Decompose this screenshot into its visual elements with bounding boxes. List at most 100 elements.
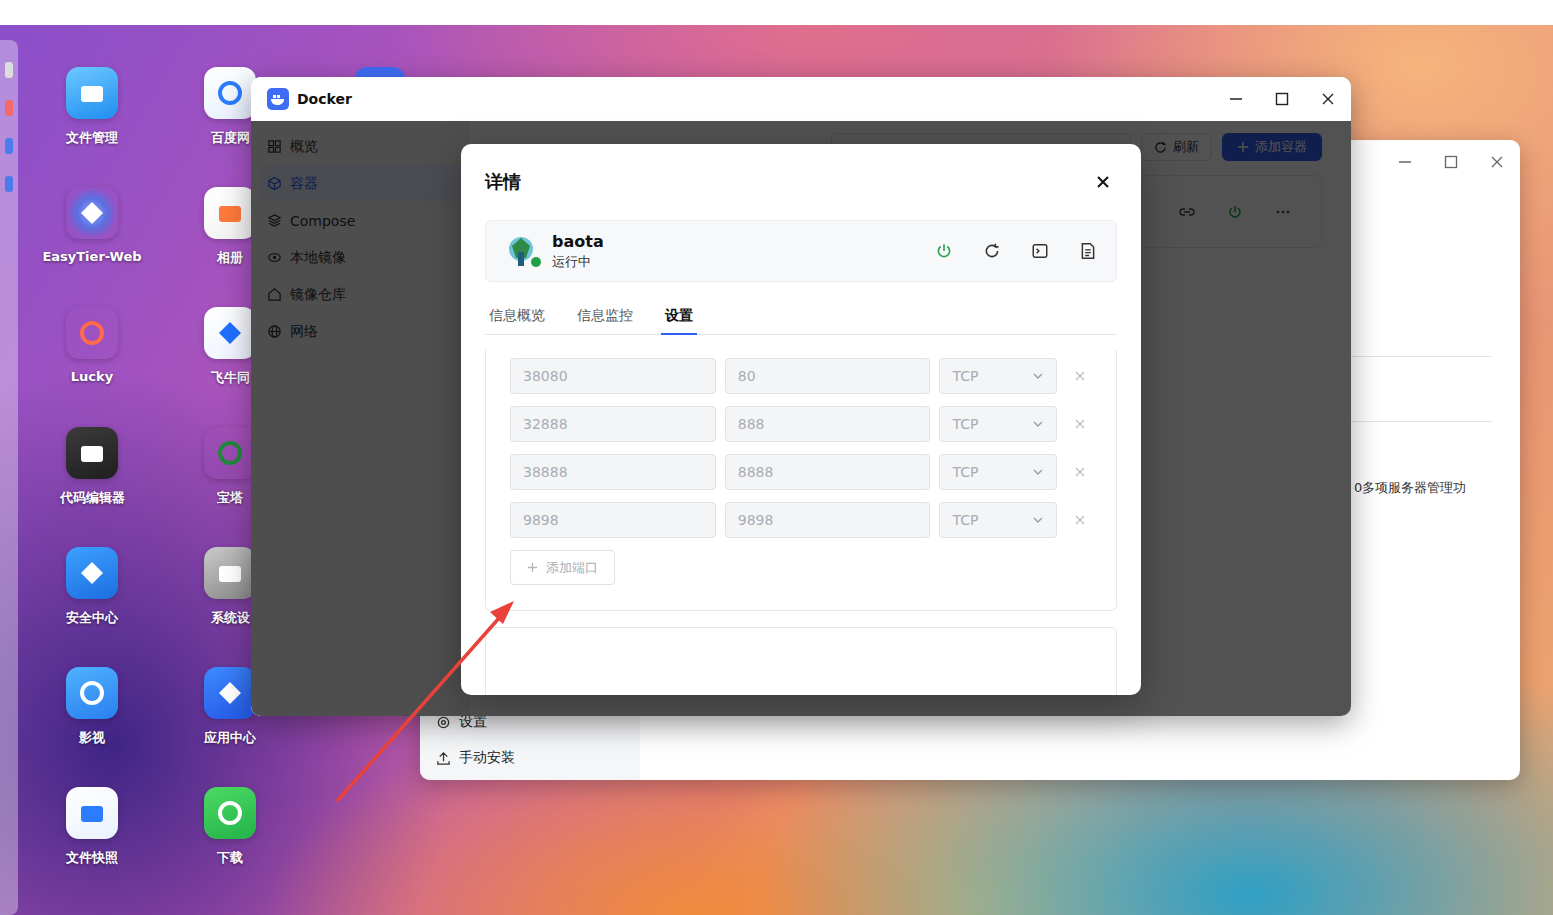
chevron-down-icon [1032,514,1044,526]
close-icon [1075,515,1085,525]
remove-port-button[interactable] [1068,371,1092,381]
close-icon[interactable] [1490,155,1504,169]
app-glyph-icon [215,558,245,588]
tab[interactable]: 信息概览 [485,305,549,335]
app-icon[interactable] [66,307,118,359]
chevron-down-icon [1032,370,1044,382]
dock [0,40,18,915]
desktop-icon-label: Lucky [71,369,113,384]
tab[interactable]: 设置 [661,305,697,335]
log-icon[interactable] [1079,242,1097,260]
dock-item[interactable] [5,138,13,154]
app-icon[interactable] [66,547,118,599]
container-status: 运行中 [552,253,923,271]
protocol-select[interactable]: TCP [939,454,1057,490]
desktop-icon-label: 安全中心 [66,609,118,627]
remove-port-button[interactable] [1068,467,1092,477]
app-glyph-icon [77,198,107,228]
close-icon [1075,371,1085,381]
host-port-field[interactable]: 38080 [510,358,716,394]
desktop-icon[interactable]: 安全中心 [37,547,147,667]
screen: 文件管理 百度网 EasyTier-Web 相册 Lucky 飞牛同 代码编辑器… [0,0,1553,915]
container-port-field[interactable]: 888 [725,406,931,442]
add-port-button[interactable]: 添加端口 [510,550,615,585]
remove-port-button[interactable] [1068,419,1092,429]
chevron-down-icon [1032,466,1044,478]
desktop-icon[interactable]: 影视 [37,667,147,787]
chevron-down-icon [1032,418,1044,430]
desktop-icon-label: 代码编辑器 [60,489,125,507]
app-icon[interactable] [66,187,118,239]
desktop-icon[interactable]: 下载 [174,787,284,907]
divider [1340,421,1492,422]
window-title: Docker [297,91,352,107]
app-icon[interactable] [66,67,118,119]
app-icon[interactable] [204,307,256,359]
app-icon[interactable] [204,67,256,119]
app-glyph-icon [215,318,245,348]
protocol-select[interactable]: TCP [939,502,1057,538]
maximize-icon[interactable] [1444,155,1458,169]
app-glyph-icon [215,198,245,228]
dock-item[interactable] [5,62,13,78]
port-row: 32888 888 TCP [510,406,1092,442]
app-icon[interactable] [204,547,256,599]
close-icon[interactable] [1321,92,1335,106]
app-icon[interactable] [66,427,118,479]
app-icon[interactable] [204,667,256,719]
close-icon [1075,419,1085,429]
close-icon [1075,467,1085,477]
desktop-icon[interactable]: 代码编辑器 [37,427,147,547]
desktop-icons: 文件管理 百度网 EasyTier-Web 相册 Lucky 飞牛同 代码编辑器… [37,67,284,907]
host-port-field[interactable]: 38888 [510,454,716,490]
sidebar-item[interactable]: 手动安装 [420,740,640,776]
container-port-field[interactable]: 8888 [725,454,931,490]
app-icon[interactable] [204,787,256,839]
desktop-icon-label: 影视 [79,729,105,747]
protocol-select[interactable]: TCP [939,358,1057,394]
tabs: 信息概览信息监控设置 [485,282,1117,335]
host-port-field[interactable]: 32888 [510,406,716,442]
app-icon[interactable] [66,787,118,839]
app-icon[interactable] [204,427,256,479]
container-port-field[interactable]: 80 [725,358,931,394]
tab[interactable]: 信息监控 [573,305,637,335]
gear-icon [436,715,451,730]
upload-icon [436,751,451,766]
dock-item[interactable] [5,100,13,116]
remove-port-button[interactable] [1068,515,1092,525]
desktop-icon[interactable]: 文件快照 [37,787,147,907]
container-port-field[interactable]: 9898 [725,502,931,538]
dock-item[interactable] [5,176,13,192]
minimize-icon[interactable] [1398,155,1412,169]
app-description: 0多项服务器管理功 [1354,479,1466,497]
container-avatar-icon [502,232,540,270]
port-row: 38888 8888 TCP [510,454,1092,490]
app-glyph-icon [77,78,107,108]
restart-icon[interactable] [983,242,1001,260]
app-icon[interactable] [204,187,256,239]
desktop-icon-label: 文件快照 [66,849,118,867]
power-icon[interactable] [935,242,953,260]
host-port-field[interactable]: 9898 [510,502,716,538]
port-section: 38080 80 TCP 32888 888 TCP 38888 8888 TC… [485,350,1117,611]
app-glyph-icon [77,678,107,708]
port-row: 9898 9898 TCP [510,502,1092,538]
app-glyph-icon [215,438,245,468]
annotation-arrow-icon [0,0,1553,915]
minimize-icon[interactable] [1229,92,1243,106]
port-row: 38080 80 TCP [510,358,1092,394]
protocol-select[interactable]: TCP [939,406,1057,442]
maximize-icon[interactable] [1275,92,1289,106]
app-glyph-icon [77,558,107,588]
app-icon[interactable] [66,667,118,719]
app-glyph-icon [215,78,245,108]
details-dialog: 详情 baota 运行中 信息概览信息监控设置 38080 80 TCP 328… [461,144,1141,695]
terminal-icon[interactable] [1031,242,1049,260]
desktop-icon[interactable]: EasyTier-Web [37,187,147,307]
desktop-icon[interactable]: Lucky [37,307,147,427]
next-section [485,627,1117,695]
close-icon[interactable] [1096,175,1110,189]
desktop-icon[interactable]: 文件管理 [37,67,147,187]
plus-icon [527,562,538,573]
